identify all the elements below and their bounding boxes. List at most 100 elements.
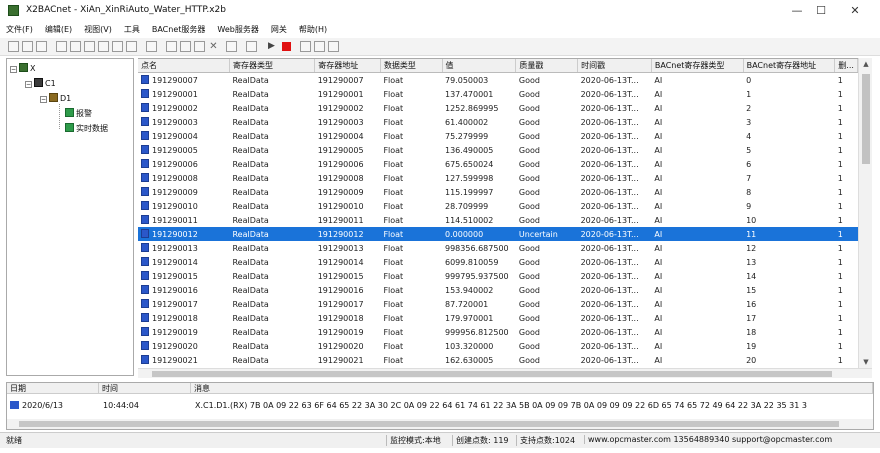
log-message: X.C1.D1.(RX) 7B 0A 09 22 63 6F 64 65 22 … (195, 401, 807, 410)
table-row[interactable]: 191290014 RealData 191290014 Float 6099.8100… (138, 255, 858, 269)
about-icon[interactable] (328, 41, 339, 52)
table-row[interactable]: 191290013 RealData 191290013 Float 998356.68… (138, 241, 858, 255)
table-cell: Float (380, 143, 442, 157)
delete-icon[interactable]: ✕ (208, 41, 219, 52)
table-row[interactable]: 191290021 RealData 191290021 Float 162.63000… (138, 353, 858, 367)
tree-node-root[interactable]: − X (10, 63, 35, 74)
menu-help[interactable]: 帮助(H) (293, 22, 333, 38)
menu-bacnet-server[interactable]: BACnet服务器 (146, 22, 212, 38)
collapse-icon[interactable]: − (25, 81, 32, 88)
open-icon[interactable] (22, 41, 33, 52)
cell-text: 191290007 (152, 76, 198, 85)
cell-text: RealData (232, 131, 269, 141)
cell-text: Good (518, 145, 540, 155)
maximize-button[interactable]: ☐ (806, 3, 836, 19)
col-header[interactable]: 寄存器地址 (314, 59, 381, 73)
add-point-icon[interactable] (84, 41, 95, 52)
col-header[interactable]: 数据类型 (380, 59, 443, 73)
log-col-message[interactable]: 消息 (191, 383, 873, 394)
scroll-thumb[interactable] (152, 371, 832, 377)
table-row[interactable]: 191290008 RealData 191290008 Float 127.59999… (138, 171, 858, 185)
cut-icon[interactable] (166, 41, 177, 52)
cell-text: 3 (746, 117, 752, 127)
table-cell: Float (380, 199, 442, 213)
menu-tools[interactable]: 工具 (118, 22, 146, 38)
cell-text: 2020-06-13T... (580, 327, 639, 337)
help-icon[interactable] (246, 41, 257, 52)
menu-edit[interactable]: 编辑(E) (39, 22, 78, 38)
col-header[interactable]: BACnet寄存器类型 (651, 59, 744, 73)
add-device-icon[interactable] (70, 41, 81, 52)
table-row[interactable]: 191290015 RealData 191290015 Float 999795.93… (138, 269, 858, 283)
table-row[interactable]: 191290018 RealData 191290018 Float 179.97000… (138, 311, 858, 325)
run-icon[interactable]: ▶ (266, 41, 277, 52)
table-row[interactable]: 191290005 RealData 191290005 Float 136.49000… (138, 143, 858, 157)
close-button[interactable]: ✕ (840, 3, 870, 19)
collapse-icon[interactable]: − (40, 96, 47, 103)
log-col-date[interactable]: 日期 (7, 383, 99, 394)
monitor-icon[interactable] (300, 41, 311, 52)
table-row[interactable]: 191290006 RealData 191290006 Float 675.65002… (138, 157, 858, 171)
new-icon[interactable] (8, 41, 19, 52)
table-row[interactable]: 191290011 RealData 191290011 Float 114.51000… (138, 213, 858, 227)
grid-vertical-scrollbar[interactable]: ▲ ▼ (858, 58, 872, 368)
col-header[interactable]: 删... (834, 59, 858, 73)
log-col-time[interactable]: 时间 (99, 383, 191, 394)
undo-icon[interactable] (146, 41, 157, 52)
table-row[interactable]: 191290012 RealData 191290012 Float 0.000000 U… (138, 227, 858, 241)
properties-icon[interactable] (226, 41, 237, 52)
scroll-thumb[interactable] (862, 74, 870, 164)
table-row[interactable]: 191290003 RealData 191290003 Float 61.400002… (138, 115, 858, 129)
log-row[interactable]: 2020/6/13 (10, 401, 63, 410)
col-header[interactable]: 质量戳 (515, 59, 579, 73)
export-icon[interactable] (126, 41, 137, 52)
cell-text: 4 (746, 131, 752, 141)
menu-file[interactable]: 文件(F) (0, 22, 39, 38)
table-row[interactable]: 191290016 RealData 191290016 Float 153.94000… (138, 283, 858, 297)
table-row[interactable]: 191290002 RealData 191290002 Float 1252.8699… (138, 101, 858, 115)
table-cell: 17 (743, 311, 835, 325)
import-icon[interactable] (112, 41, 123, 52)
cell-text: 87.720001 (445, 299, 489, 309)
col-header[interactable]: 寄存器类型 (229, 59, 316, 73)
table-cell: 191290006 (315, 157, 381, 171)
grid-horizontal-scrollbar[interactable] (138, 368, 872, 378)
col-header[interactable]: 值 (442, 59, 517, 73)
copy-icon[interactable] (180, 41, 191, 52)
table-row[interactable]: 191290007 RealData 191290007 Float 79.050003… (138, 73, 858, 88)
collapse-icon[interactable]: − (10, 66, 17, 73)
table-row[interactable]: 191290009 RealData 191290009 Float 115.19999… (138, 185, 858, 199)
table-row[interactable]: 191290020 RealData 191290020 Float 103.32000… (138, 339, 858, 353)
cell-text: Float (383, 215, 404, 225)
table-cell: 1 (835, 311, 858, 325)
menu-web-server[interactable]: Web服务器 (211, 22, 264, 38)
cell-text: Good (518, 201, 540, 211)
stop-icon[interactable] (282, 42, 291, 51)
table-cell: 162.630005 (442, 353, 516, 367)
menu-gateway[interactable]: 网关 (265, 22, 293, 38)
paste-icon[interactable] (194, 41, 205, 52)
table-row[interactable]: 191290017 RealData 191290017 Float 87.720001… (138, 297, 858, 311)
tree-node-channel[interactable]: − C1 (25, 78, 56, 89)
tree-node-device[interactable]: − D1 (40, 93, 71, 104)
add-channel-icon[interactable] (56, 41, 67, 52)
table-row[interactable]: 191290019 RealData 191290019 Float 999956.81… (138, 325, 858, 339)
log-horizontal-scrollbar[interactable] (7, 419, 873, 429)
table-row[interactable]: 191290004 RealData 191290004 Float 75.279999… (138, 129, 858, 143)
menu-view[interactable]: 视图(V) (78, 22, 118, 38)
scroll-down-icon[interactable]: ▼ (859, 356, 873, 368)
table-row[interactable]: 191290001 RealData 191290001 Float 137.47000… (138, 87, 858, 101)
save-icon[interactable] (36, 41, 47, 52)
col-header[interactable]: 时间戳 (577, 59, 652, 73)
scroll-thumb[interactable] (19, 421, 839, 427)
status-supported-points: 支持点数:1024 (516, 435, 575, 446)
col-header[interactable]: BACnet寄存器地址 (743, 59, 836, 73)
table-row[interactable]: 191290010 RealData 191290010 Float 28.709999… (138, 199, 858, 213)
tree-node-alarm[interactable]: 报警 (65, 108, 92, 119)
table-cell: 999956.812500 (442, 325, 516, 339)
scroll-up-icon[interactable]: ▲ (859, 58, 873, 70)
add-group-icon[interactable] (98, 41, 109, 52)
settings-icon[interactable] (314, 41, 325, 52)
tree-node-realtime[interactable]: 实时数据 (65, 123, 108, 134)
col-header[interactable]: 点名 (138, 59, 230, 73)
